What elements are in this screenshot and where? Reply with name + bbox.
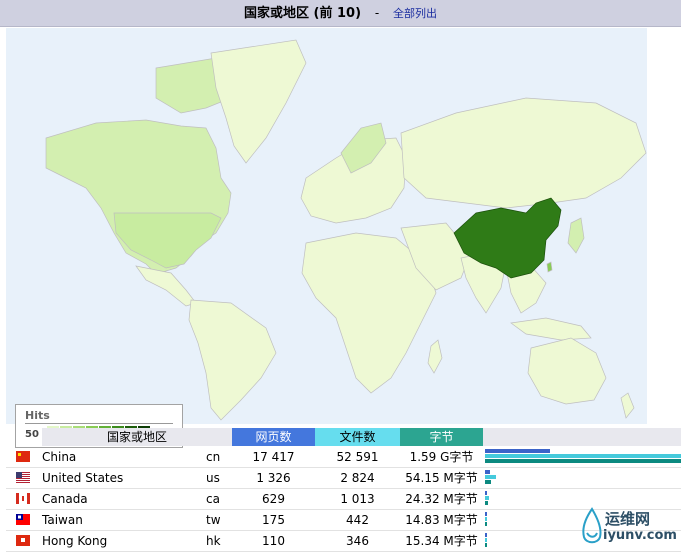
country-code: tw (206, 513, 221, 527)
files-value: 1 013 (340, 492, 375, 506)
watermark-en: iyunv.com (603, 528, 677, 543)
files-bar (485, 475, 496, 479)
header-bytes: 字节 (400, 428, 483, 446)
world-map: Hits 50 52591 (6, 28, 647, 448)
pages-bar (485, 533, 487, 537)
map-taiwan (546, 261, 553, 273)
pages-value: 110 (262, 534, 285, 548)
legend-title: Hits (25, 409, 50, 422)
bytes-bar (485, 501, 488, 505)
tw-flag-icon (16, 514, 30, 525)
bytes-value: 24.32 M字节 (405, 492, 478, 506)
pages-bar (485, 470, 490, 474)
map-central-america (135, 265, 197, 307)
files-value: 52 591 (336, 450, 379, 464)
map-united-states (113, 212, 222, 269)
bytes-value: 54.15 M字节 (405, 471, 478, 485)
pages-value: 17 417 (252, 450, 295, 464)
cn-flag-icon (16, 451, 30, 462)
country-code: hk (206, 534, 221, 548)
bytes-bar (485, 522, 487, 526)
watermark-cn: 运维网 (605, 510, 651, 528)
country-name: Taiwan (42, 513, 83, 527)
files-value: 2 824 (340, 471, 375, 485)
bytes-value: 1.59 G字节 (409, 450, 474, 464)
bytes-value: 15.34 M字节 (405, 534, 478, 548)
hk-flag-icon (16, 535, 30, 546)
map-indonesia (510, 317, 592, 341)
map-new-zealand (620, 392, 635, 419)
files-bar (485, 538, 487, 542)
header-files: 文件数 (315, 428, 400, 446)
country-name: United States (42, 471, 124, 485)
pages-bar (485, 449, 550, 453)
country-code: cn (206, 450, 221, 464)
bytes-bar (485, 480, 491, 484)
country-code: us (206, 471, 220, 485)
section-title: 国家或地区 (前 10) (243, 6, 362, 21)
country-name: Hong Kong (42, 534, 108, 548)
files-bar (485, 454, 681, 458)
files-value: 346 (346, 534, 369, 548)
pages-value: 629 (262, 492, 285, 506)
map-australia (527, 337, 607, 405)
files-value: 442 (346, 513, 369, 527)
map-japan (567, 217, 585, 254)
files-bar (485, 496, 489, 500)
bytes-bar (485, 543, 487, 547)
pages-value: 1 326 (256, 471, 291, 485)
map-madagascar (427, 339, 443, 374)
header-bar-column (483, 428, 681, 446)
country-name: Canada (42, 492, 88, 506)
bytes-bar (485, 459, 681, 463)
table-row: China cn 17 417 52 591 1.59 G字节 (6, 447, 681, 468)
us-flag-icon (16, 472, 30, 483)
watermark-logo-icon (582, 507, 602, 544)
table-header: 国家或地区 网页数 文件数 字节 (6, 428, 681, 446)
bytes-value: 14.83 M字节 (405, 513, 478, 527)
header-pages: 网页数 (232, 428, 315, 446)
header-country: 国家或地区 (42, 428, 232, 446)
pages-bar (485, 491, 487, 495)
title-separator: - (374, 6, 380, 20)
watermark: 运维网 iyunv.com (578, 505, 678, 551)
table-row: United States us 1 326 2 824 54.15 M字节 (6, 468, 681, 489)
pages-value: 175 (262, 513, 285, 527)
pages-bar (485, 512, 487, 516)
map-greenland (210, 39, 307, 164)
list-all-link[interactable]: 全部列出 (393, 7, 437, 20)
section-title-bar: 国家或地区 (前 10) - 全部列出 (0, 0, 681, 27)
files-bar (485, 517, 487, 521)
world-map-svg (45, 39, 647, 421)
legend-divider (25, 423, 173, 424)
map-south-america (188, 299, 277, 421)
country-code: ca (206, 492, 220, 506)
ca-flag-icon (16, 493, 30, 504)
map-asia-north (400, 97, 647, 209)
country-name: China (42, 450, 77, 464)
